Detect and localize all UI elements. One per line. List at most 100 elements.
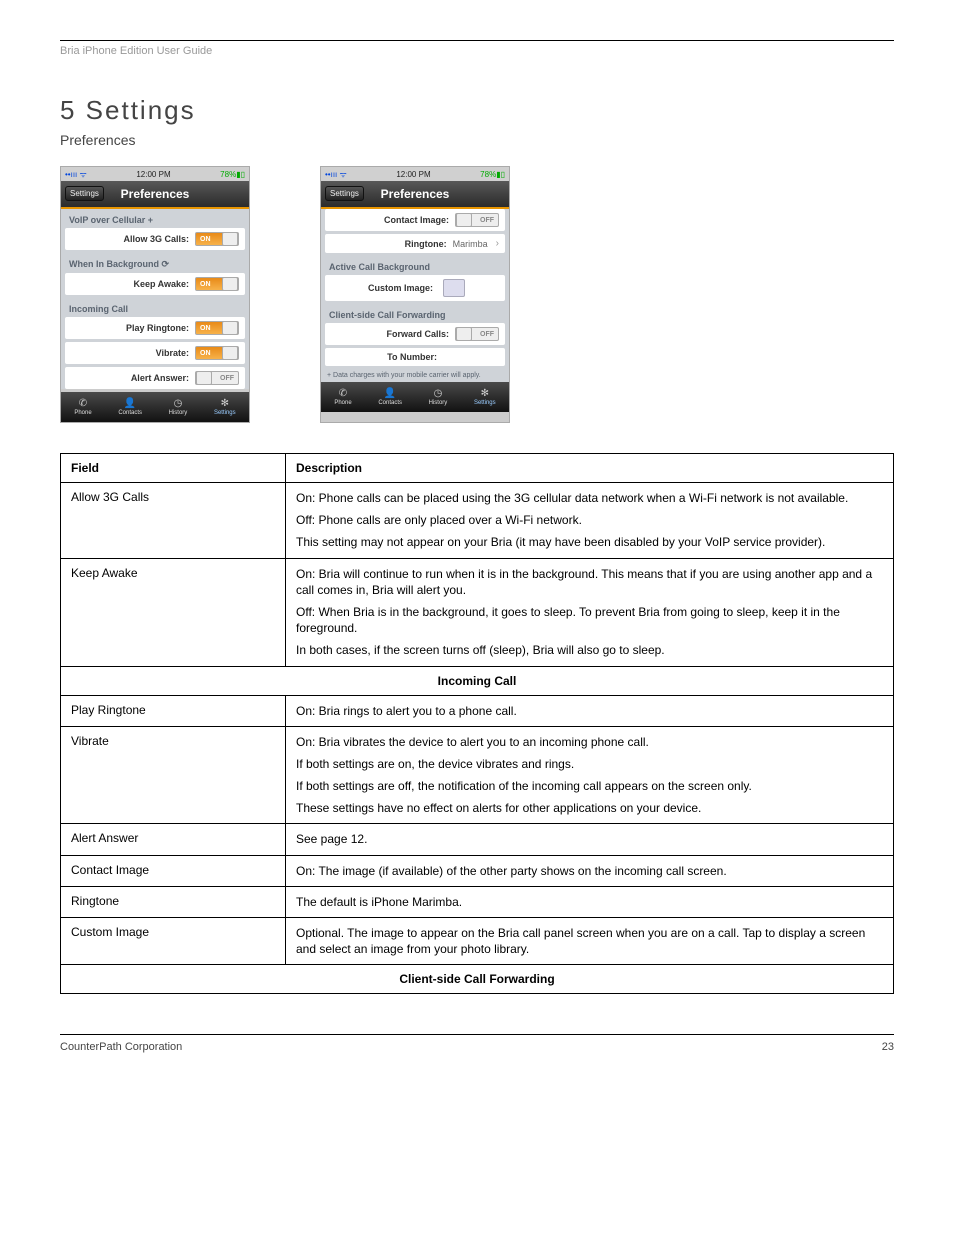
field-name-cell: Play Ringtone [61,695,286,726]
section-header-cell: Client-side Call Forwarding [61,965,894,994]
battery-indicator: 78%▮▯ [220,170,245,179]
tab-settings[interactable]: ✻Settings [214,399,236,416]
phone-icon: ✆ [76,399,90,409]
section-label: VoIP over Cellular + [61,209,249,228]
table-row: Client-side Call Forwarding [61,965,894,994]
tab-contacts[interactable]: 👤Contacts [378,389,402,406]
tab-history[interactable]: ◷History [429,389,448,406]
pref-row-custom-image: Custom Image: [325,275,505,301]
tab-history[interactable]: ◷History [169,399,188,416]
history-icon: ◷ [171,399,185,409]
field-desc-cell: On: The image (if available) of the othe… [286,855,894,886]
col-field: Field [61,454,286,483]
table-row: RingtoneThe default is iPhone Marimba. [61,886,894,917]
field-name-cell: Allow 3G Calls [61,483,286,559]
back-button[interactable]: Settings [325,186,364,201]
tab-label: Contacts [378,400,402,406]
toggle-allow-3g[interactable]: ON [195,232,239,246]
pref-row-keep-awake: Keep Awake:ON [65,273,245,295]
field-desc-cell: On: Bria will continue to run when it is… [286,558,894,666]
row-label: Keep Awake: [71,279,195,289]
contacts-icon: 👤 [123,399,137,409]
tab-phone[interactable]: ✆Phone [74,399,91,416]
signal-wifi-icon: ••ııı ᯤ [325,169,347,180]
field-name-cell: Custom Image [61,918,286,965]
footer-page-no: 23 [882,1041,894,1053]
tab-label: Phone [334,400,351,406]
row-value: Marimba [453,239,492,249]
table-row: Keep AwakeOn: Bria will continue to run … [61,558,894,666]
field-desc-cell: See page 12. [286,824,894,855]
toggle-play-ringtone[interactable]: ON [195,321,239,335]
image-picker[interactable] [443,279,465,297]
section-label: Active Call Background [321,256,509,275]
pref-row-allow-3g: Allow 3G Calls:ON [65,228,245,250]
status-time: 12:00 PM [396,170,430,179]
section-label: Client-side Call Forwarding [321,304,509,323]
row-label: Alert Answer: [71,373,195,383]
fields-table: Field Description Allow 3G CallsOn: Phon… [60,453,894,994]
tab-label: Phone [74,410,91,416]
back-button[interactable]: Settings [65,186,104,201]
left-phone-screenshot: ••ııı ᯤ 12:00 PM 78%▮▯ Settings Preferen… [60,166,250,423]
tab-label: Contacts [118,410,142,416]
tab-label: Settings [474,400,496,406]
pref-row-contact-image: Contact Image:OFF [325,209,505,231]
screenshots-row: ••ııı ᯤ 12:00 PM 78%▮▯ Settings Preferen… [60,166,894,423]
table-row: Contact ImageOn: The image (if available… [61,855,894,886]
status-bar: ••ııı ᯤ 12:00 PM 78%▮▯ [321,167,509,181]
toggle-alert-answer[interactable]: OFF [195,371,239,385]
field-desc-cell: On: Phone calls can be placed using the … [286,483,894,559]
section-header-cell: Incoming Call [61,666,894,695]
page-title: 5 Settings [60,95,894,126]
field-desc-cell: The default is iPhone Marimba. [286,886,894,917]
table-row: VibrateOn: Bria vibrates the device to a… [61,726,894,824]
nav-header: Settings Preferences [321,181,509,209]
field-desc-cell: On: Bria rings to alert you to a phone c… [286,695,894,726]
toggle-contact-image[interactable]: OFF [455,213,499,227]
table-row: Play RingtoneOn: Bria rings to alert you… [61,695,894,726]
toggle-keep-awake[interactable]: ON [195,277,239,291]
row-label: Vibrate: [71,348,195,358]
pref-row-forward-calls: Forward Calls:OFF [325,323,505,345]
field-desc-cell: On: Bria vibrates the device to alert yo… [286,726,894,824]
contacts-icon: 👤 [383,389,397,399]
phone-icon: ✆ [336,389,350,399]
row-label: Allow 3G Calls: [71,234,195,244]
row-label: Contact Image: [331,215,455,225]
col-description: Description [286,454,894,483]
settings-icon: ✻ [218,399,232,409]
row-label: To Number: [331,352,443,362]
section-label: When In Background ⟳ [61,253,249,273]
toggle-vibrate[interactable]: ON [195,346,239,360]
tab-settings[interactable]: ✻Settings [474,389,496,406]
chevron-right-icon[interactable]: › [492,238,499,249]
row-label: Ringtone: [331,239,453,249]
pref-row-ringtone[interactable]: Ringtone:Marimba› [325,234,505,253]
tab-phone[interactable]: ✆Phone [334,389,351,406]
field-desc-cell: Optional. The image to appear on the Bri… [286,918,894,965]
section-label: Incoming Call [61,298,249,317]
toggle-forward-calls[interactable]: OFF [455,327,499,341]
table-row: Allow 3G CallsOn: Phone calls can be pla… [61,483,894,559]
status-time: 12:00 PM [136,170,170,179]
row-label: Forward Calls: [331,329,455,339]
running-head-left: Bria iPhone Edition User Guide [60,45,212,57]
row-label: Custom Image: [331,283,439,293]
table-row: Custom ImageOptional. The image to appea… [61,918,894,965]
pref-row-alert-answer: Alert Answer:OFF [65,367,245,389]
table-row: Alert AnswerSee page 12. [61,824,894,855]
signal-wifi-icon: ••ııı ᯤ [65,169,87,180]
field-name-cell: Keep Awake [61,558,286,666]
pref-row-to-number: To Number: [325,348,505,366]
tab-contacts[interactable]: 👤Contacts [118,399,142,416]
row-label: Play Ringtone: [71,323,195,333]
tab-label: History [169,410,188,416]
history-icon: ◷ [431,389,445,399]
field-name-cell: Alert Answer [61,824,286,855]
pref-row-play-ringtone: Play Ringtone:ON [65,317,245,339]
battery-indicator: 78%▮▯ [480,170,505,179]
nav-header: Settings Preferences [61,181,249,209]
footnote-text: + Data charges with your mobile carrier … [321,369,509,382]
field-name-cell: Vibrate [61,726,286,824]
